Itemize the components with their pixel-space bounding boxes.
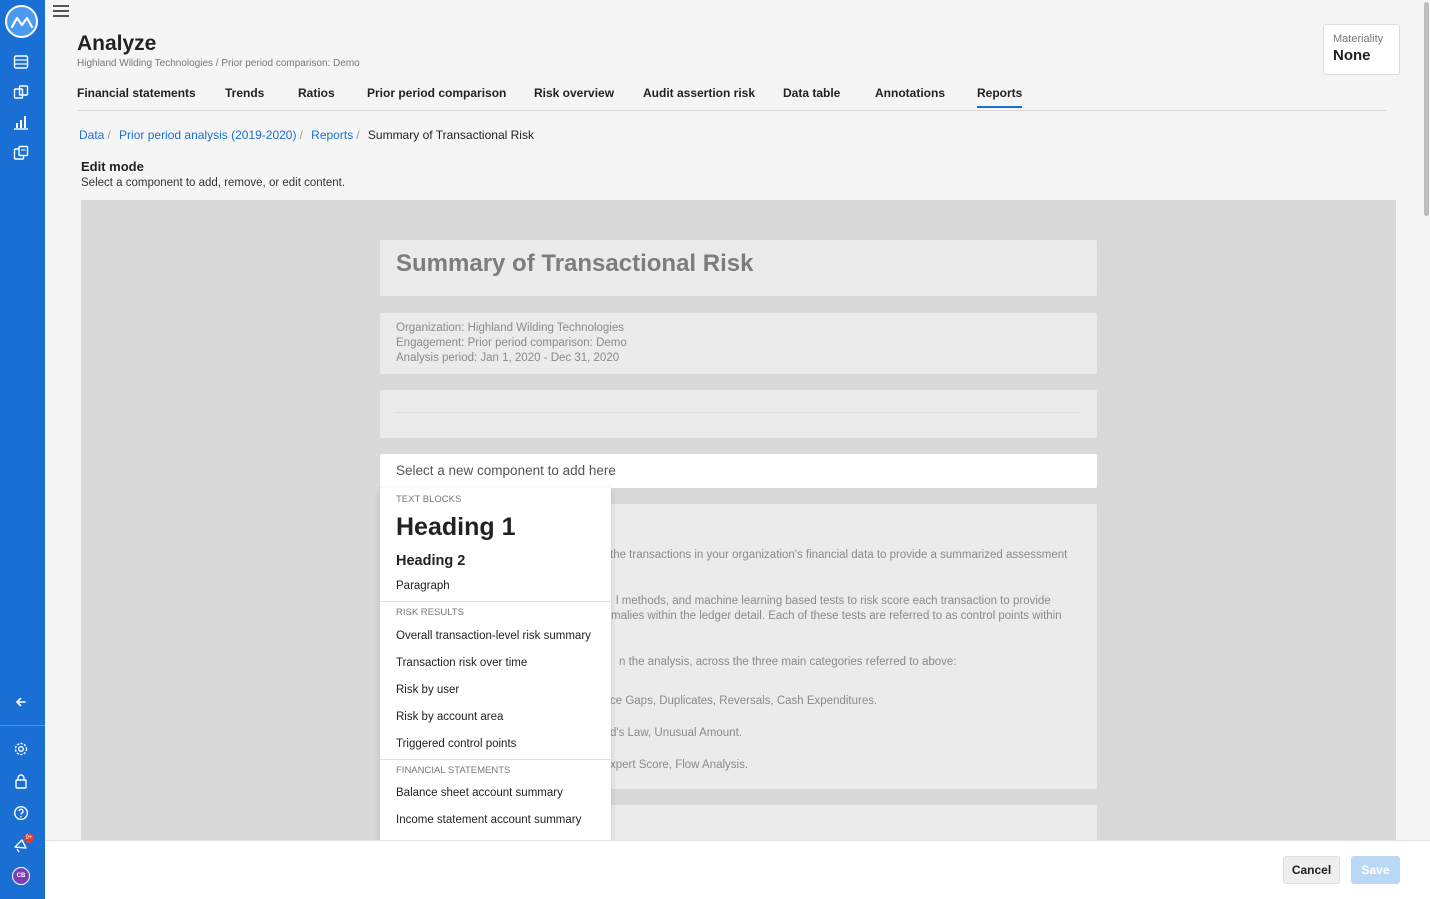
left-rail: 9+ CB (0, 0, 45, 899)
breadcrumb-separator: / (107, 128, 111, 142)
text-line: l methods, and machine learning based te… (616, 595, 1051, 607)
save-button[interactable]: Save (1351, 856, 1400, 884)
materiality-value: None (1333, 47, 1371, 64)
empty-block[interactable] (380, 390, 1097, 438)
option-income-statement-summary[interactable]: Income statement account summary (380, 809, 611, 836)
app-logo-icon[interactable] (5, 5, 38, 38)
component-dropdown: TEXT BLOCKS Heading 1 Heading 2 Paragrap… (380, 488, 611, 843)
gear-icon[interactable] (12, 740, 30, 758)
breadcrumb-separator: / (356, 128, 360, 142)
report-canvas: Summary of Transactional Risk Organizati… (81, 200, 1396, 850)
text-line: n the analysis, across the three main ca… (619, 656, 957, 668)
option-heading-1[interactable]: Heading 1 (380, 508, 611, 546)
text-line: ce Gaps, Duplicates, Reversals, Cash Exp… (610, 695, 878, 707)
tab-annotations[interactable]: Annotations (875, 86, 945, 100)
materiality-card[interactable]: Materiality None (1323, 24, 1400, 75)
text-line: malies within the ledger detail. Each of… (611, 610, 1062, 622)
edit-mode-title: Edit mode (81, 159, 144, 174)
report-title-block[interactable]: Summary of Transactional Risk (380, 240, 1097, 296)
materiality-label: Materiality (1333, 33, 1384, 45)
notification-badge: 9+ (24, 833, 34, 843)
tab-ratios[interactable]: Ratios (298, 86, 335, 100)
divider (396, 412, 1081, 413)
breadcrumb-separator: / (299, 128, 303, 142)
tab-trends[interactable]: Trends (225, 86, 264, 100)
avatar[interactable]: CB (12, 867, 30, 885)
option-balance-sheet-summary[interactable]: Balance sheet account summary (380, 782, 611, 809)
breadcrumb-data[interactable]: Data (79, 128, 104, 142)
option-triggered-control-points[interactable]: Triggered control points (380, 732, 611, 759)
option-paragraph[interactable]: Paragraph (380, 573, 611, 599)
page-scrollbar[interactable] (1424, 0, 1430, 899)
analyze-chart-icon[interactable] (12, 113, 30, 131)
rail-divider (0, 725, 45, 726)
scrollbar-thumb[interactable] (1424, 2, 1429, 216)
report-info-block[interactable]: Organization: Highland Wilding Technolog… (380, 313, 1097, 374)
tab-data-table[interactable]: Data table (783, 86, 840, 100)
option-risk-by-user[interactable]: Risk by user (380, 678, 611, 705)
breadcrumb-reports[interactable]: Reports (311, 128, 353, 142)
breadcrumb-prior-period-analysis[interactable]: Prior period analysis (2019-2020) (119, 128, 296, 142)
tab-reports[interactable]: Reports (977, 86, 1023, 108)
option-heading-2[interactable]: Heading 2 (380, 549, 611, 573)
reports-icon[interactable] (12, 144, 30, 162)
text-line: the transactions in your organization's … (610, 549, 1068, 561)
organization-line: Organization: Highland Wilding Technolog… (396, 322, 625, 334)
option-overall-risk-summary[interactable]: Overall transaction-level risk summary (380, 624, 611, 651)
tab-financial-statements[interactable]: Financial statements (77, 86, 196, 100)
text-line: d's Law, Unusual Amount. (610, 727, 742, 739)
tab-audit-assertion-risk[interactable]: Audit assertion risk (643, 86, 755, 100)
breadcrumb-current: Summary of Transactional Risk (367, 128, 534, 142)
report-title: Summary of Transactional Risk (396, 250, 754, 277)
data-icon[interactable] (12, 53, 30, 71)
tab-bar: Financial statements Trends Ratios Prior… (77, 85, 1387, 111)
cancel-button[interactable]: Cancel (1283, 856, 1340, 884)
option-transaction-risk-over-time[interactable]: Transaction risk over time (380, 651, 611, 678)
group-text-blocks: TEXT BLOCKS (396, 494, 462, 505)
menu-icon[interactable] (53, 5, 69, 19)
page-subtitle: Highland Wilding Technologies / Prior pe… (77, 58, 360, 69)
tab-prior-period-comparison[interactable]: Prior period comparison (367, 86, 506, 100)
help-icon[interactable] (12, 804, 30, 822)
group-financial-statements: FINANCIAL STATEMENTS (396, 765, 511, 776)
analysis-period-line: Analysis period: Jan 1, 2020 - Dec 31, 2… (396, 352, 620, 364)
footer-bar (45, 840, 1430, 899)
group-risk-results: RISK RESULTS (396, 607, 464, 618)
option-risk-by-account-area[interactable]: Risk by account area (380, 705, 611, 732)
text-line: xpert Score, Flow Analysis. (610, 759, 749, 771)
breadcrumb: Data / Prior period analysis (2019-2020) /… (79, 128, 534, 142)
documents-icon[interactable] (12, 83, 30, 101)
add-component-select[interactable]: Select a new component to add here (380, 454, 1097, 488)
edit-mode-description: Select a component to add, remove, or ed… (81, 177, 346, 189)
engagement-line: Engagement: Prior period comparison: Dem… (396, 337, 627, 349)
collapse-arrow-icon[interactable] (12, 693, 30, 711)
page-title: Analyze (77, 32, 157, 55)
tab-risk-overview[interactable]: Risk overview (534, 86, 614, 100)
lock-icon[interactable] (12, 772, 30, 790)
